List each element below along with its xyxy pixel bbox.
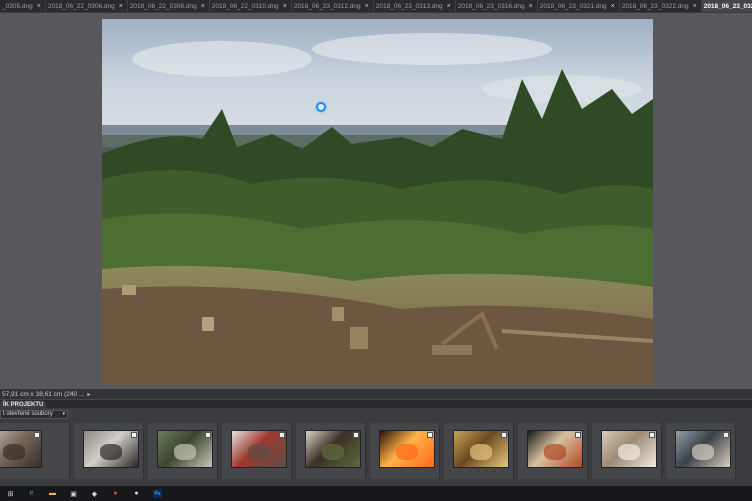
landscape-photo[interactable] <box>102 19 653 385</box>
thumbnail-cell[interactable] <box>444 423 514 479</box>
thumbnail-subject <box>396 443 418 460</box>
thumbnail-subject <box>3 443 25 460</box>
thumbnail-cell[interactable] <box>370 423 440 479</box>
document-tab-label: 2018_06_23_0313.dng <box>375 2 443 10</box>
thumb-food-plate[interactable] <box>305 430 361 468</box>
document-tab-label: 2018_06_22_0308.dng <box>129 2 197 10</box>
document-tab-label: 2018_06_22_0306.dng <box>47 2 115 10</box>
close-tab-icon[interactable]: × <box>365 3 369 10</box>
store-icon[interactable]: ▣ <box>69 489 78 498</box>
document-tab-label: 2018_06_23_0322.dng <box>621 2 689 10</box>
close-tab-icon[interactable]: × <box>201 3 205 10</box>
close-tab-icon[interactable]: × <box>611 3 615 10</box>
document-tab-label: 2018_06_23_0312.dng <box>293 2 361 10</box>
thumbnail-cell[interactable] <box>592 423 662 479</box>
document-tab[interactable]: 2018_06_23_0313.dng × <box>374 0 456 12</box>
document-canvas[interactable] <box>0 13 752 389</box>
os-taskbar: ⊞ e ▬ ▣ ◆ ● ● Ps <box>0 486 752 501</box>
document-tab[interactable]: 2018_06_23_0323.dng @ 19,5% (RGB/ <box>701 0 752 12</box>
thumb-pastry[interactable] <box>453 430 509 468</box>
status-bar: 57,91 cm x 38,61 cm (240 ... ▸ <box>0 389 752 399</box>
thumbnail-subject <box>100 443 122 460</box>
file-badge-icon <box>279 432 285 438</box>
document-tab-label: 2018_06_23_0321.dng <box>539 2 607 10</box>
file-badge-icon <box>353 432 359 438</box>
thumb-blurred-interior[interactable] <box>675 430 731 468</box>
thumb-books[interactable] <box>231 430 287 468</box>
thumb-interior-dark[interactable] <box>83 430 139 468</box>
media-icon[interactable]: ● <box>132 489 141 498</box>
document-tab[interactable]: 2018_06_22_0308.dng × <box>128 0 210 12</box>
project-panel-header: ÍK PROJEKTU <box>0 399 752 409</box>
thumb-garden[interactable] <box>157 430 213 468</box>
document-dimensions: 57,91 cm x 38,61 cm (240 ... <box>2 390 85 398</box>
thumbnail-cell[interactable] <box>0 423 70 479</box>
mail-icon[interactable]: ◆ <box>90 489 99 498</box>
cursor-indicator <box>316 102 326 112</box>
close-tab-icon[interactable]: × <box>283 3 287 10</box>
close-tab-icon[interactable]: × <box>447 3 451 10</box>
thumbnail-cell[interactable] <box>74 423 144 479</box>
file-badge-icon <box>205 432 211 438</box>
thumb-fire[interactable] <box>379 430 435 468</box>
windows-start-icon[interactable]: ⊞ <box>6 489 15 498</box>
document-tab[interactable]: 2018_06_22_0306.dng × <box>46 0 128 12</box>
document-tab[interactable]: _0305.dng × <box>0 0 46 12</box>
file-badge-icon <box>34 432 40 438</box>
close-tab-icon[interactable]: × <box>37 3 41 10</box>
edge-browser-icon[interactable]: e <box>27 489 36 498</box>
document-tab-label: _0305.dng <box>2 2 33 10</box>
document-tab[interactable]: 2018_06_23_0321.dng × <box>538 0 620 12</box>
thumbnail-cell[interactable] <box>666 423 736 479</box>
file-badge-icon <box>427 432 433 438</box>
thumbnail-subject <box>248 443 270 460</box>
status-menu-arrow-icon[interactable]: ▸ <box>87 391 90 398</box>
close-tab-icon[interactable]: × <box>529 3 533 10</box>
close-tab-icon[interactable]: × <box>693 3 697 10</box>
file-badge-icon <box>501 432 507 438</box>
thumb-people-sitting[interactable] <box>0 430 42 468</box>
thumbnail-cell[interactable] <box>296 423 366 479</box>
chevron-down-icon: ▾ <box>62 411 65 417</box>
photoshop-icon[interactable]: Ps <box>153 489 162 498</box>
thumbnail-strip <box>0 423 752 479</box>
close-tab-icon[interactable]: × <box>119 3 123 10</box>
thumbnail-cell[interactable] <box>518 423 588 479</box>
document-tab-bar: _0305.dng × 2018_06_22_0306.dng × 2018_06_22… <box>0 0 752 13</box>
thumbnail-subject <box>470 443 492 460</box>
thumbnail-subject <box>618 443 640 460</box>
thumbnail-subject <box>544 443 566 460</box>
file-badge-icon <box>649 432 655 438</box>
thumb-dark-room[interactable] <box>527 430 583 468</box>
document-tab[interactable]: 2018_06_22_0310.dng × <box>210 0 292 12</box>
document-tab-label: 2018_06_23_0323.dng @ 19,5% (RGB/ <box>703 2 752 10</box>
thumbnail-subject <box>692 443 714 460</box>
document-tab[interactable]: 2018_06_23_0316.dng × <box>456 0 538 12</box>
thumbnail-subject <box>174 443 196 460</box>
filter-value: t otevřené soubory <box>3 411 53 417</box>
chrome-icon[interactable]: ● <box>111 489 120 498</box>
thumbnail-cell[interactable] <box>222 423 292 479</box>
project-panel: t otevřené soubory ▾ <box>0 408 752 486</box>
document-tab[interactable]: 2018_06_23_0322.dng × <box>620 0 702 12</box>
thumbnail-subject <box>322 443 344 460</box>
file-badge-icon <box>723 432 729 438</box>
document-tab-label: 2018_06_23_0316.dng <box>457 2 525 10</box>
files-filter-dropdown[interactable]: t otevřené soubory ▾ <box>0 410 68 419</box>
document-tab-label: 2018_06_22_0310.dng <box>211 2 279 10</box>
document-tab[interactable]: 2018_06_23_0312.dng × <box>292 0 374 12</box>
file-badge-icon <box>131 432 137 438</box>
thumbnail-cell[interactable] <box>148 423 218 479</box>
file-explorer-icon[interactable]: ▬ <box>48 489 57 498</box>
file-badge-icon <box>575 432 581 438</box>
thumb-doorway[interactable] <box>601 430 657 468</box>
